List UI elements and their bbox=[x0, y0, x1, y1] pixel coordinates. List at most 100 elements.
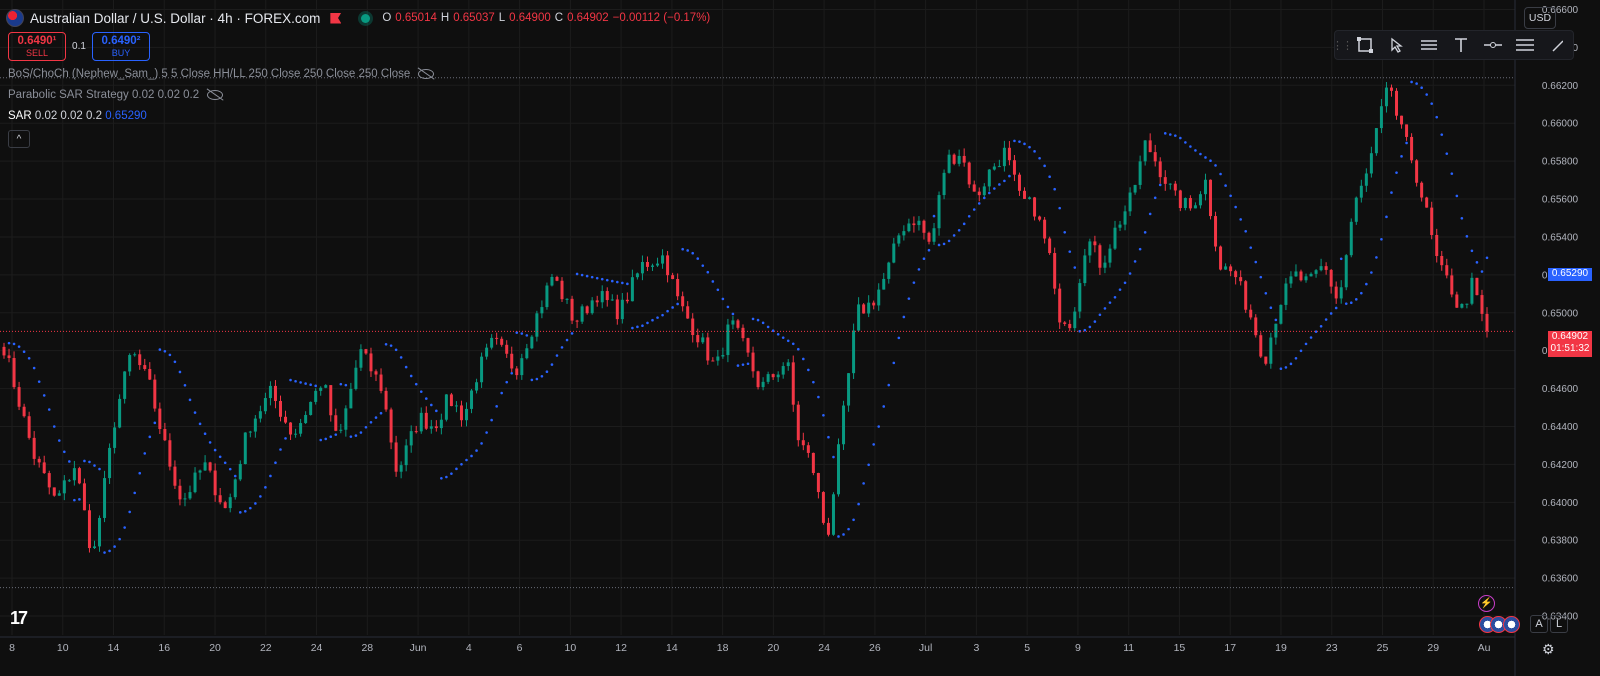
buy-button[interactable]: 0.6490² BUY bbox=[92, 32, 150, 61]
sar-dot bbox=[1204, 156, 1207, 159]
sar-dot bbox=[1324, 318, 1328, 321]
price-chart[interactable]: 0.666000.664000.662000.660000.658000.656… bbox=[0, 0, 1600, 676]
sar-dot bbox=[203, 432, 207, 436]
indicator-sar[interactable]: SAR 0.02 0.02 0.2 0.65290 bbox=[8, 110, 147, 122]
collapse-indicators-button[interactable]: ^ bbox=[8, 130, 30, 148]
sar-dot bbox=[751, 317, 755, 321]
candle-body bbox=[475, 382, 479, 391]
sar-dot bbox=[88, 460, 91, 464]
candle-body bbox=[1168, 183, 1172, 185]
sar-dot bbox=[1425, 93, 1428, 96]
sar-dot bbox=[1480, 270, 1484, 273]
range-icon[interactable] bbox=[1413, 31, 1445, 59]
sar-dot bbox=[922, 257, 926, 261]
candle-body bbox=[309, 401, 313, 415]
indicator-psar-strategy[interactable]: Parabolic SAR Strategy 0.02 0.02 0.2 bbox=[8, 89, 224, 101]
candle-body bbox=[726, 324, 730, 356]
currency-flag-icon bbox=[6, 9, 24, 27]
hidden-eye-icon[interactable] bbox=[207, 90, 224, 100]
sar-dot bbox=[324, 437, 328, 441]
y-tick-label: 0.65800 bbox=[1542, 157, 1579, 168]
sar-dot bbox=[1289, 362, 1293, 366]
sar-dot bbox=[892, 361, 896, 365]
sar-dot bbox=[143, 452, 147, 455]
candle-body bbox=[922, 220, 926, 233]
sar-dot bbox=[1354, 298, 1358, 301]
sar-dot bbox=[409, 374, 413, 378]
sar-dot bbox=[857, 502, 860, 506]
candle-body bbox=[696, 335, 700, 343]
sar-dot bbox=[626, 282, 629, 286]
x-tick-label: 22 bbox=[260, 642, 272, 654]
currency-select[interactable]: USD bbox=[1524, 7, 1556, 29]
candle-body bbox=[454, 405, 458, 407]
symbol-title[interactable]: Australian Dollar / U.S. Dollar · 4h · F… bbox=[30, 11, 320, 26]
candle-body bbox=[7, 355, 11, 359]
rectangle-icon[interactable] bbox=[1349, 31, 1381, 59]
sar-dot bbox=[354, 434, 358, 437]
ohlc-readout: O 0.65014 H 0.65037 L 0.64900 C 0.64902 −0.0… bbox=[382, 12, 710, 24]
candle-body bbox=[1123, 211, 1127, 225]
candle-body bbox=[716, 356, 720, 361]
candle-body bbox=[364, 349, 368, 354]
candle-body bbox=[1118, 224, 1122, 228]
text-icon[interactable] bbox=[1445, 31, 1477, 59]
sar-dot bbox=[1334, 306, 1338, 310]
sar-dot bbox=[761, 321, 765, 325]
candle-body bbox=[897, 235, 901, 244]
cursor-icon[interactable] bbox=[1381, 31, 1413, 59]
sar-dot bbox=[440, 476, 443, 480]
sell-button[interactable]: 0.6490¹ SELL bbox=[8, 32, 66, 61]
sar-dot bbox=[1450, 172, 1454, 175]
sar-dot bbox=[902, 315, 906, 319]
indicator-bos-choch[interactable]: BoS/ChoCh (Nephew_Sam_) 5 5 Close HH/LL … bbox=[8, 68, 435, 80]
sar-dot bbox=[1410, 80, 1413, 84]
candle-body bbox=[1209, 179, 1213, 217]
log-scale-button[interactable]: L bbox=[1550, 615, 1568, 633]
bolt-icon[interactable]: ⚡ bbox=[1478, 595, 1495, 612]
candle-body bbox=[902, 231, 906, 236]
candle-body bbox=[1133, 184, 1137, 193]
market-closed-icon bbox=[330, 12, 342, 24]
trendline-icon[interactable] bbox=[1541, 31, 1573, 59]
sar-dot bbox=[947, 239, 951, 243]
sar-dot bbox=[1385, 215, 1388, 219]
sar-dot bbox=[294, 379, 297, 383]
us-event-icon[interactable] bbox=[1503, 616, 1520, 633]
candle-body bbox=[1033, 197, 1037, 217]
candle-body bbox=[1038, 216, 1042, 220]
gear-icon[interactable]: ⚙ bbox=[1542, 641, 1555, 658]
candle-body bbox=[1113, 227, 1117, 249]
live-status-icon bbox=[361, 13, 371, 23]
x-tick-label: 28 bbox=[361, 642, 373, 654]
candle-body bbox=[1269, 337, 1273, 364]
fib-icon[interactable] bbox=[1509, 31, 1541, 59]
hidden-eye-icon[interactable] bbox=[418, 69, 435, 79]
candle-body bbox=[796, 404, 800, 441]
sar-dot bbox=[510, 371, 514, 375]
sar-dot bbox=[580, 273, 584, 277]
candle-body bbox=[1400, 115, 1404, 125]
sar-dot bbox=[435, 409, 438, 413]
candle-body bbox=[57, 493, 61, 496]
candle-body bbox=[218, 495, 222, 503]
candle-body bbox=[1264, 356, 1268, 364]
sar-dot bbox=[631, 326, 634, 330]
candle-body bbox=[243, 432, 247, 465]
sar-dot bbox=[389, 344, 393, 347]
sar-dot bbox=[1445, 152, 1449, 155]
grip-icon[interactable]: ⋮⋮ bbox=[1332, 31, 1353, 59]
sar-dot bbox=[937, 243, 941, 247]
sar-dot bbox=[1329, 312, 1333, 315]
candle-body bbox=[1470, 277, 1474, 304]
quantity-value[interactable]: 0.1 bbox=[72, 41, 86, 52]
sar-dot bbox=[927, 248, 931, 252]
sar-dot bbox=[681, 247, 684, 251]
auto-scale-button[interactable]: A bbox=[1530, 615, 1548, 633]
horizontal-line-icon[interactable] bbox=[1477, 31, 1509, 59]
candle-body bbox=[1324, 266, 1328, 270]
indicator-label: BoS/ChoCh (Nephew_Sam_) 5 5 Close HH/LL … bbox=[8, 68, 411, 80]
tradingview-logo[interactable]: 17 bbox=[10, 608, 28, 629]
sar-dot bbox=[691, 251, 695, 255]
candle-body bbox=[801, 440, 805, 446]
